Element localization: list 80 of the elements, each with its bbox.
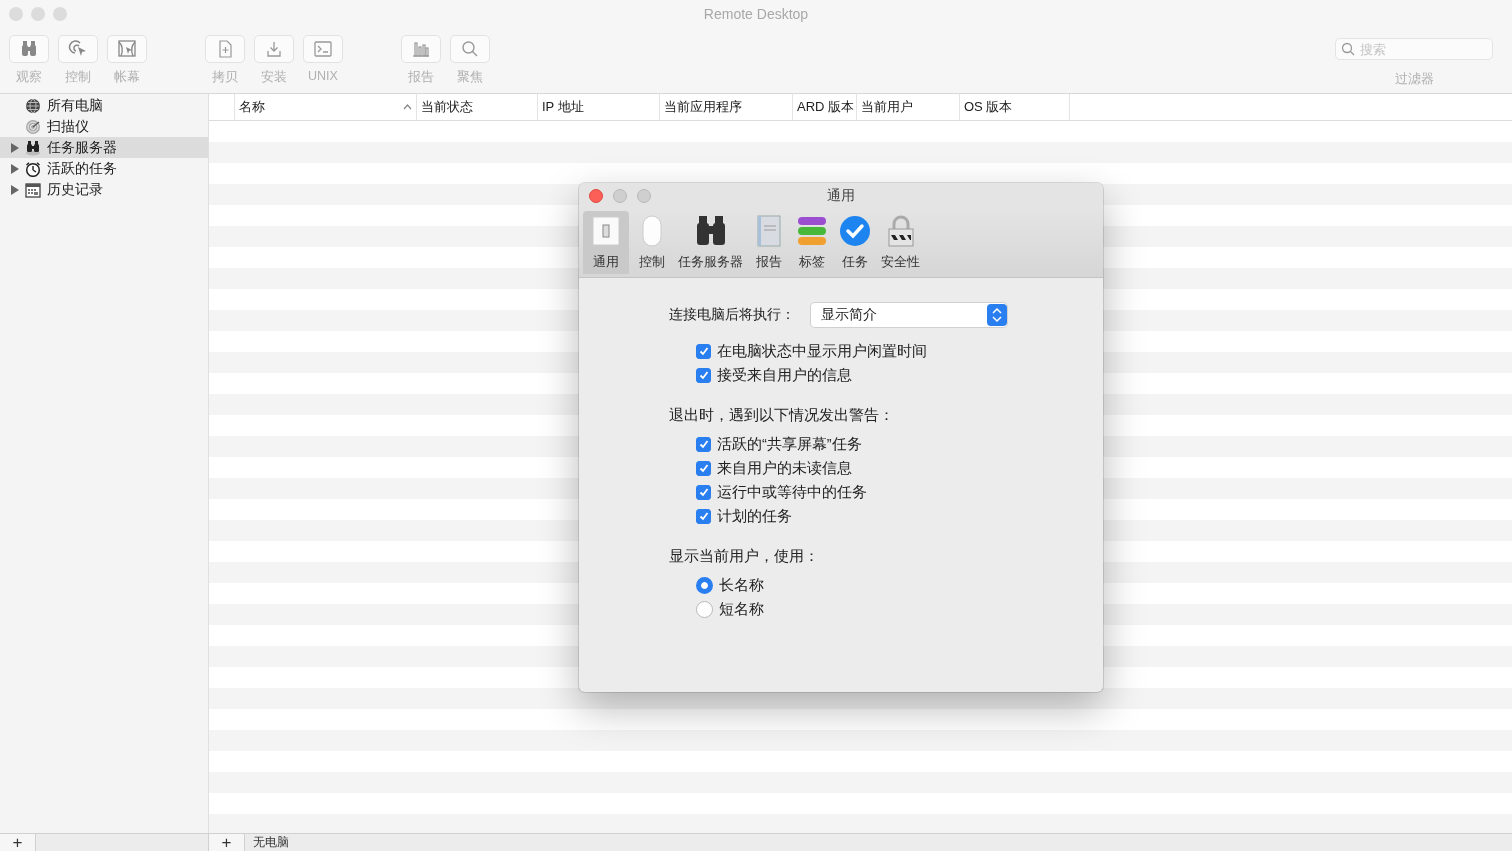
preference-tab[interactable]: 任务 [835,211,875,274]
status-text: 无电脑 [253,834,289,851]
radio-button[interactable] [696,600,713,618]
checkbox-label: 在电脑状态中显示用户闲置时间 [717,341,927,361]
up-down-arrows-icon[interactable] [987,304,1007,326]
checkbox[interactable] [696,508,711,524]
curtain-cursor-icon [117,39,137,59]
disclosure-triangle-icon[interactable] [10,163,19,174]
section-heading: 显示当前用户，使用： [669,547,820,566]
search-icon [1341,42,1355,56]
add-button[interactable]: + [0,834,36,851]
column-header[interactable]: OS 版本 [960,94,1070,120]
column-header[interactable]: 当前状态 [417,94,538,120]
preference-tab[interactable]: 任务服务器 [675,211,746,274]
field-label: 连接电脑后将执行： [669,306,795,324]
column-header[interactable]: 名称 [235,94,417,120]
sidebar-item[interactable]: 扫描仪 [0,116,208,137]
toolbar-label: 拷贝 [212,69,238,86]
checkbox-label: 活跃的“共享屏幕”任务 [717,434,862,454]
preference-tab[interactable]: 标签 [792,211,832,274]
window-title: 通用 [827,187,855,205]
calendar-icon [25,181,41,198]
column-header[interactable]: ARD 版本 [793,94,857,120]
radio-button[interactable] [696,576,713,594]
toolbar-label: 安装 [261,69,287,86]
sidebar-item[interactable]: 活跃的任务 [0,158,208,179]
toolbar-button[interactable] [9,35,49,63]
binoculars-icon [19,39,39,59]
section-heading: 退出时，遇到以下情况发出警告： [669,406,895,425]
column-header[interactable]: 当前用户 [857,94,960,120]
binoculars-icon [25,139,41,156]
column-header[interactable]: IP 地址 [538,94,660,120]
checkbox-label: 接受来自用户的信息 [717,365,852,385]
toolbar-label: UNIX [308,69,338,83]
toolbar-label: 帐幕 [114,69,140,86]
search-icon [460,39,480,59]
radio-label: 长名称 [719,575,764,595]
toolbar-label: 聚焦 [457,69,483,86]
toolbar-button[interactable] [254,35,294,63]
toolbar-button[interactable] [303,35,343,63]
sidebar-item[interactable]: 任务服务器 [0,137,208,158]
bar-chart-icon [411,39,431,59]
toolbar-label: 报告 [408,69,434,86]
preference-tab[interactable]: 安全性 [878,211,923,274]
toolbar-button[interactable] [107,35,147,63]
window-close-button[interactable] [589,189,603,203]
toolbar-button[interactable] [401,35,441,63]
window-title: Remote Desktop [703,6,809,22]
popup-button[interactable]: 显示简介 [811,303,1007,327]
disclosure-triangle-icon[interactable] [10,142,19,153]
checkmark-circle-icon [838,214,872,248]
checkbox[interactable] [696,367,711,383]
toolbar-label: 控制 [65,69,91,86]
stopwatch-icon [25,160,41,177]
column-header[interactable]: 当前应用程序 [660,94,793,120]
globe-icon [25,97,41,114]
toolbar-button[interactable] [58,35,98,63]
toolbar-label: 观察 [16,69,42,86]
checkbox-label: 计划的任务 [717,506,792,526]
terminal-icon [313,39,333,59]
checkbox[interactable] [696,436,711,452]
download-tray-icon [264,39,284,59]
radio-label: 短名称 [719,599,764,619]
checkbox[interactable] [696,460,711,476]
checkbox[interactable] [696,343,711,359]
stacked-bars-icon [795,214,829,248]
preference-tab[interactable]: 报告 [749,211,789,274]
disclosure-triangle-icon[interactable] [10,184,19,195]
preference-tab[interactable]: 通用 [583,211,629,274]
checkbox-label: 来自用户的未读信息 [717,458,852,478]
add-button[interactable]: + [209,834,245,851]
radar-icon [25,118,41,135]
toolbar-button[interactable] [450,35,490,63]
toolbar-button[interactable] [205,35,245,63]
checkbox-label: 运行中或等待中的任务 [717,482,867,502]
toolbar-label: 过滤器 [1394,71,1434,88]
sidebar-item[interactable]: 所有电脑 [0,95,208,116]
sidebar-item[interactable]: 历史记录 [0,179,208,200]
checkbox[interactable] [696,484,711,500]
preference-tab[interactable]: 控制 [632,211,672,274]
